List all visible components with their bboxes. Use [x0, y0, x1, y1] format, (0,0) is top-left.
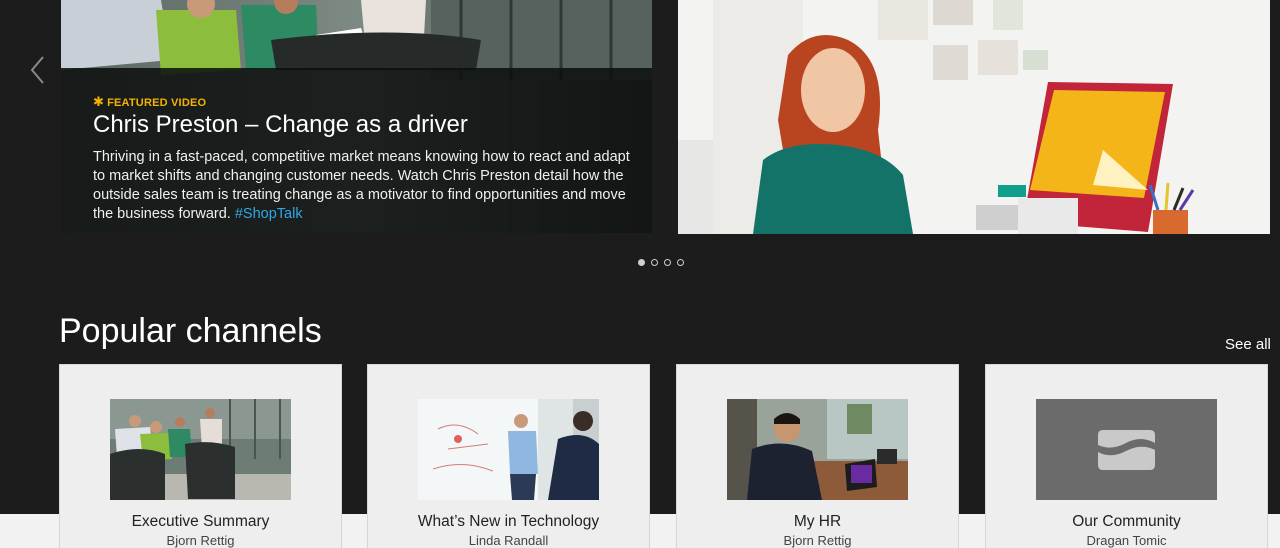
channel-owner: Linda Randall — [468, 533, 549, 548]
channel-title: Our Community — [1072, 513, 1181, 530]
man-with-tablet-photo — [727, 399, 908, 500]
carousel-dot-2[interactable] — [651, 259, 658, 266]
hashtag-link[interactable]: #ShopTalk — [235, 206, 303, 222]
channel-owner: Bjorn Rettig — [166, 533, 235, 548]
channel-owner: Bjorn Rettig — [783, 533, 852, 548]
channel-card-whats-new-in-technology[interactable]: What’s New in Technology Linda Randall — [367, 364, 650, 548]
channel-thumbnail — [727, 399, 908, 500]
featured-video-tag: ✱ FEATURED VIDEO — [93, 94, 206, 110]
channel-thumbnail — [110, 399, 291, 500]
channel-card-executive-summary[interactable]: Executive Summary Bjorn Rettig — [59, 364, 342, 548]
chevron-left-icon — [30, 56, 44, 84]
whiteboard-photo — [418, 399, 599, 500]
featured-tag-label: FEATURED VIDEO — [107, 97, 207, 109]
featured-description-text: Thriving in a fast-paced, competitive ma… — [93, 149, 630, 222]
office-woman-photo — [678, 0, 1270, 234]
carousel-dot-1[interactable] — [638, 259, 645, 266]
channel-title: My HR — [793, 513, 842, 530]
channel-title: What’s New in Technology — [417, 513, 600, 530]
popular-channels-heading: Popular channels — [59, 312, 322, 350]
channel-thumbnail — [1036, 399, 1217, 500]
channel-card-my-hr[interactable]: My HR Bjorn Rettig — [676, 364, 959, 548]
featured-video-caption: ✱ FEATURED VIDEO Chris Preston – Change a… — [61, 68, 652, 233]
carousel-dot-3[interactable] — [664, 259, 671, 266]
video-portal-page: ✱ FEATURED VIDEO Chris Preston – Change a… — [0, 0, 1280, 548]
meeting-photo — [110, 399, 291, 500]
carousel-dot-4[interactable] — [677, 259, 684, 266]
channel-card-our-community[interactable]: Our Community Dragan Tomic — [985, 364, 1268, 548]
featured-video-description: Thriving in a fast-paced, competitive ma… — [93, 148, 638, 224]
see-all-link[interactable]: See all — [1225, 336, 1271, 353]
asterisk-icon: ✱ — [93, 94, 105, 109]
carousel-previous-button[interactable] — [26, 52, 50, 88]
channel-placeholder-image — [1036, 399, 1217, 500]
channel-title: Executive Summary — [131, 513, 270, 530]
carousel-photo-slide[interactable] — [678, 0, 1270, 234]
featured-video-title[interactable]: Chris Preston – Change as a driver — [93, 111, 468, 139]
carousel-pager — [638, 259, 684, 269]
channel-owner: Dragan Tomic — [1086, 533, 1167, 548]
featured-video-slide[interactable]: ✱ FEATURED VIDEO Chris Preston – Change a… — [61, 0, 652, 233]
channel-thumbnail — [418, 399, 599, 500]
